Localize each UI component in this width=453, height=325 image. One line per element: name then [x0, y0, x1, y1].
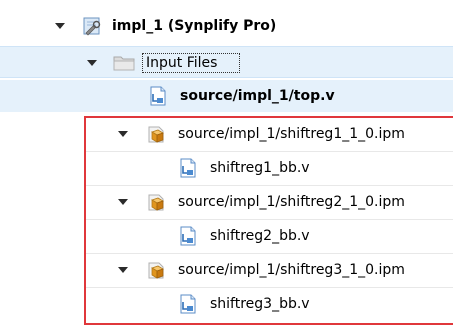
project-label: impl_1 (Synplify Pro): [112, 18, 277, 34]
project-wrench-icon: [82, 16, 102, 36]
tree-row-project[interactable]: impl_1 (Synplify Pro): [0, 10, 453, 42]
folder-icon: [113, 53, 135, 73]
project-file-tree: impl_1 (Synplify Pro) Input Files source…: [0, 0, 453, 325]
verilog-file-icon: [148, 86, 168, 106]
input-files-label: Input Files: [146, 55, 218, 71]
tree-row-input-files[interactable]: Input Files: [0, 46, 453, 78]
tree-row-top-file[interactable]: source/impl_1/top.v: [0, 80, 453, 112]
expand-arrow-icon[interactable]: [87, 60, 97, 66]
top-file-label: source/impl_1/top.v: [180, 88, 335, 104]
annotation-highlight-box: [84, 116, 453, 325]
expand-arrow-icon[interactable]: [55, 23, 65, 29]
